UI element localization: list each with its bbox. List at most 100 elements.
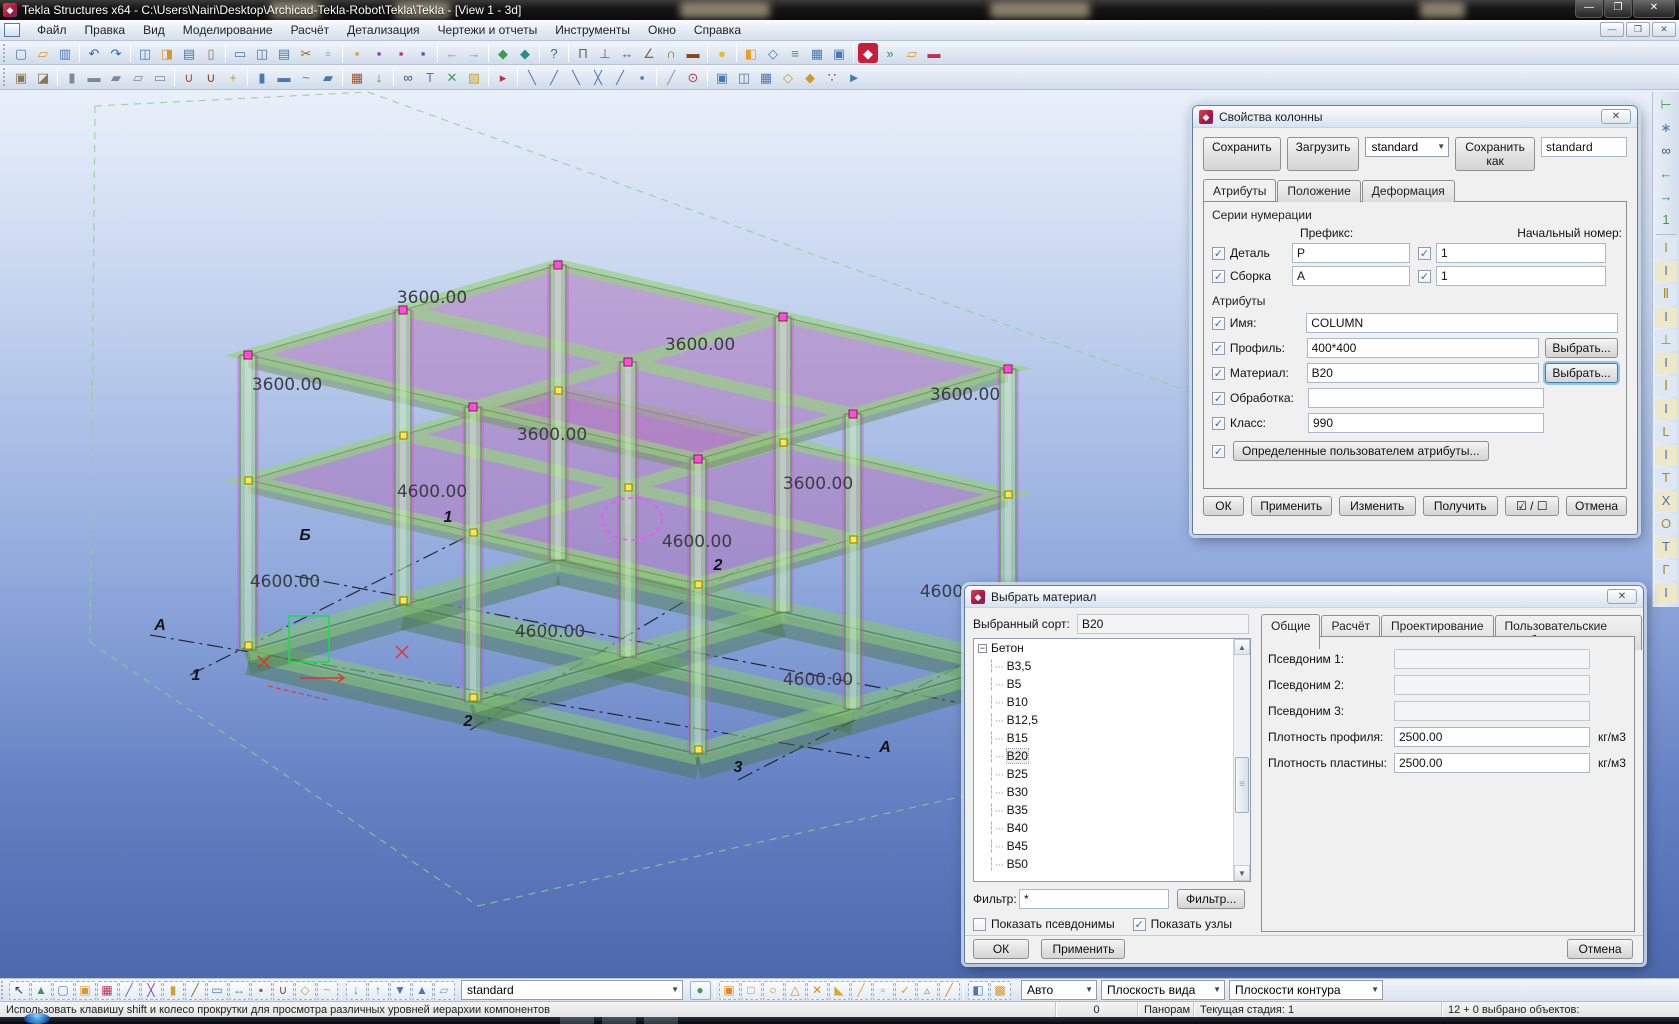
steel-beam-icon[interactable]: ▬ bbox=[84, 67, 104, 87]
eraser-cube-icon[interactable]: ◪ bbox=[33, 67, 53, 87]
mdi-document-icon[interactable] bbox=[4, 23, 20, 37]
select-wand-icon[interactable]: ╱ bbox=[119, 981, 140, 1000]
conn-corner-icon[interactable]: Γ bbox=[1655, 560, 1677, 581]
tree-item-B20[interactable]: ┆··· B20 bbox=[974, 747, 1250, 765]
select-filter-icon[interactable]: ◇ bbox=[763, 43, 783, 63]
save-model-icon[interactable]: ▥ bbox=[55, 43, 75, 63]
selection-filter-combo[interactable]: standard bbox=[461, 980, 683, 1000]
list-create-icon[interactable]: ≡ bbox=[785, 43, 805, 63]
uda-button[interactable]: Определенные пользователем атрибуты... bbox=[1233, 441, 1489, 461]
view-properties-icon[interactable]: ◫ bbox=[252, 43, 272, 63]
apply-button[interactable]: Применить bbox=[1251, 496, 1332, 516]
redo-icon[interactable]: ↷ bbox=[106, 43, 126, 63]
assembly-start-checkbox[interactable]: ✓ bbox=[1418, 270, 1431, 283]
filter-button[interactable]: Фильтр... bbox=[1177, 889, 1245, 909]
alias1-input[interactable] bbox=[1394, 649, 1590, 669]
snap-nearest-icon[interactable]: ▫ bbox=[873, 981, 894, 1000]
stack-cube-icon[interactable]: ▣ bbox=[11, 67, 31, 87]
conn-custom-icon[interactable]: I bbox=[1655, 583, 1677, 604]
part-start-checkbox[interactable]: ✓ bbox=[1418, 247, 1431, 260]
tree-item-B45[interactable]: ┆··· B45 bbox=[974, 837, 1250, 855]
scroll-thumb[interactable] bbox=[1235, 757, 1249, 813]
part-prefix-input[interactable] bbox=[1292, 243, 1410, 263]
screenshot-icon[interactable]: ▣ bbox=[829, 43, 849, 63]
line-tool-6-icon[interactable]: ▪ bbox=[632, 67, 652, 87]
windows-taskbar[interactable] bbox=[0, 1017, 1679, 1024]
concrete-polybeam-icon[interactable]: ~ bbox=[296, 67, 316, 87]
red-dots-icon[interactable]: ∵ bbox=[822, 67, 842, 87]
get-button[interactable]: Получить bbox=[1423, 496, 1498, 516]
find-icon[interactable]: ∞ bbox=[398, 67, 418, 87]
snap-extension-icon[interactable]: ✓ bbox=[895, 981, 916, 1000]
steel-column-icon[interactable]: ▮ bbox=[62, 67, 82, 87]
line-tool-3-icon[interactable]: ╲ bbox=[566, 67, 586, 87]
context-help-icon[interactable]: ? bbox=[544, 43, 564, 63]
select-grid-icon[interactable]: ▦ bbox=[97, 981, 118, 1000]
menu-5[interactable]: Детализация bbox=[338, 21, 428, 39]
menu-6[interactable]: Чертежи и отчеты bbox=[429, 21, 547, 39]
concrete-slab-icon[interactable]: ▰ bbox=[318, 67, 338, 87]
mdi-restore-button[interactable]: ❐ bbox=[1626, 22, 1650, 37]
line-tool-2-icon[interactable]: ╱ bbox=[544, 67, 564, 87]
conn-shear-plate-icon[interactable]: I bbox=[1655, 445, 1677, 466]
conn-stiffener-icon[interactable]: Ⅰ bbox=[1655, 376, 1677, 397]
tree-item-B15[interactable]: ┆··· B15 bbox=[974, 729, 1250, 747]
profile-select-button[interactable]: Выбрать... bbox=[1545, 338, 1618, 358]
plane-view-icon[interactable]: ◇ bbox=[778, 67, 798, 87]
pick-plane-icon[interactable]: ◆ bbox=[800, 67, 820, 87]
mdi-minimize-button[interactable]: — bbox=[1600, 22, 1624, 37]
measure-distance-icon[interactable]: ↔ bbox=[617, 43, 637, 63]
paste-icon[interactable]: ▤ bbox=[179, 43, 199, 63]
part-start-input[interactable] bbox=[1436, 243, 1606, 263]
more-tools-icon[interactable]: » bbox=[880, 43, 900, 63]
two-views-icon[interactable]: ◫ bbox=[734, 67, 754, 87]
apply-button[interactable]: Применить bbox=[1041, 939, 1125, 959]
cancel-button[interactable]: Отмена bbox=[1566, 496, 1627, 516]
contour-plane-combo[interactable]: Плоскости контура bbox=[1229, 980, 1383, 1000]
select-wand-alt-icon[interactable]: ╳ bbox=[141, 981, 162, 1000]
snap-center-icon[interactable]: ○ bbox=[763, 981, 784, 1000]
finish-checkbox[interactable]: ✓ bbox=[1212, 392, 1225, 405]
cut-icon[interactable]: ✂ bbox=[296, 43, 316, 63]
modify-button[interactable]: Изменить bbox=[1339, 496, 1416, 516]
undo-icon[interactable]: ↶ bbox=[84, 43, 104, 63]
tab-attributes[interactable]: Атрибуты bbox=[1203, 179, 1276, 201]
tree-item-B25[interactable]: ┆··· B25 bbox=[974, 765, 1250, 783]
select-pen-icon[interactable]: ╱ bbox=[185, 981, 206, 1000]
copy-icon[interactable]: ◫ bbox=[135, 43, 155, 63]
select-grid-up-icon[interactable]: ▲ bbox=[412, 981, 433, 1000]
tree-item-B30[interactable]: ┆··· B30 bbox=[974, 783, 1250, 801]
numbering-one-icon[interactable]: 1 bbox=[1655, 210, 1677, 231]
export-view-icon[interactable]: ► bbox=[844, 67, 864, 87]
name-input[interactable] bbox=[1306, 313, 1618, 333]
clash-check-icon[interactable]: ◧ bbox=[741, 43, 761, 63]
tree-item-B12_5[interactable]: ┆··· B12,5 bbox=[974, 711, 1250, 729]
select-assembly-icon[interactable]: ▣ bbox=[75, 981, 96, 1000]
panel-icon[interactable]: ▭ bbox=[150, 67, 170, 87]
snap-tangent-icon[interactable]: ╱ bbox=[851, 981, 872, 1000]
conn-bracing-icon[interactable]: X bbox=[1655, 491, 1677, 512]
select-frame-icon[interactable]: ▭ bbox=[207, 981, 228, 1000]
conn-base-plate-icon[interactable]: ⊥ bbox=[1655, 330, 1677, 351]
assembly-prefix-input[interactable] bbox=[1292, 266, 1410, 286]
tree-item-B5[interactable]: ┆··· B5 bbox=[974, 675, 1250, 693]
workplane-tool-icon[interactable]: ⊢ bbox=[1655, 95, 1677, 116]
point-orange-icon[interactable]: ▪ bbox=[347, 43, 367, 63]
fence-icon[interactable]: Π bbox=[573, 43, 593, 63]
snap-mode-combo[interactable]: Авто bbox=[1021, 980, 1097, 1000]
save-button[interactable]: Сохранить bbox=[1203, 137, 1281, 171]
cancel-button[interactable]: Отмена bbox=[1567, 939, 1633, 959]
tree-root-concrete[interactable]: −Бетон bbox=[974, 639, 1250, 657]
phase-icon[interactable]: Т bbox=[420, 67, 440, 87]
menu-1[interactable]: Правка bbox=[76, 21, 135, 39]
concrete-beam-icon[interactable]: ▬ bbox=[274, 67, 294, 87]
material-tree[interactable]: −Бетон┆··· B3,5┆··· B5┆··· B10┆··· B12,5… bbox=[973, 638, 1251, 882]
select-plane-icon[interactable]: ▱ bbox=[434, 981, 455, 1000]
flag-icon[interactable]: ▸ bbox=[493, 67, 513, 87]
numbering-icon[interactable]: ▦ bbox=[807, 43, 827, 63]
autoconnect-icon[interactable]: ✕ bbox=[442, 67, 462, 87]
snap-free-icon[interactable]: ▵ bbox=[917, 981, 938, 1000]
tree-item-B35[interactable]: ┆··· B35 bbox=[974, 801, 1250, 819]
menu-9[interactable]: Справка bbox=[685, 21, 750, 39]
view-list-icon[interactable]: ▤ bbox=[274, 43, 294, 63]
